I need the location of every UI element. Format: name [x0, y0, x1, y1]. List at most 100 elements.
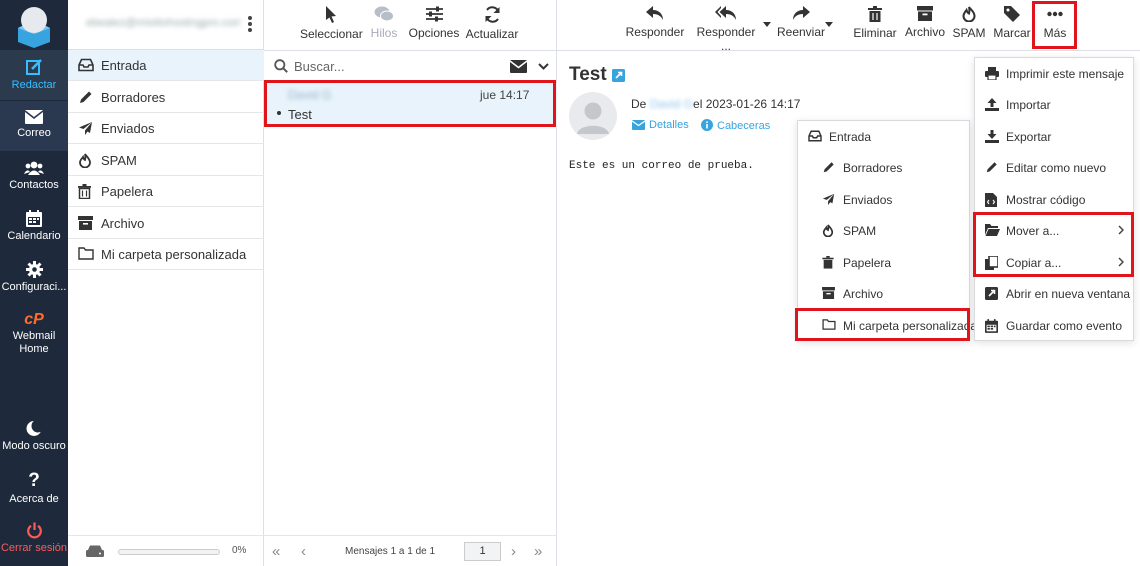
move-item-label: Enviados	[843, 193, 893, 207]
nav-about[interactable]: ? Acerca de	[0, 470, 68, 506]
move-item-archive[interactable]: Archivo	[798, 278, 971, 309]
message-date: jue 14:17	[480, 88, 530, 102]
nav-about-label: Acerca de	[9, 493, 59, 505]
account-menu-icon[interactable]	[248, 16, 254, 34]
reply-all-button[interactable]: Responder ...	[690, 6, 762, 53]
folder-item-sent[interactable]: Enviados	[68, 113, 264, 144]
nav-compose[interactable]: Redactar	[0, 50, 68, 100]
chevron-right-icon	[1118, 257, 1124, 267]
move-item-label: Mi carpeta personalizada	[843, 319, 978, 333]
question-icon: ?	[28, 470, 40, 491]
quota-bar: 0%	[68, 535, 264, 566]
chevron-right-icon	[1118, 225, 1124, 235]
spam-button[interactable]: SPAM	[950, 6, 988, 40]
mark-label: Marcar	[993, 26, 1031, 40]
move-item-spam[interactable]: SPAM	[798, 215, 971, 246]
menu-item-show-source[interactable]: Mostrar código	[975, 184, 1135, 215]
moon-icon	[26, 420, 42, 436]
menu-item-open-new-window[interactable]: Abrir en nueva ventana	[975, 278, 1135, 309]
mark-button[interactable]: Marcar	[992, 6, 1032, 40]
upload-icon	[985, 98, 999, 111]
move-item-trash[interactable]: Papelera	[798, 247, 971, 278]
folder-item-custom[interactable]: Mi carpeta personalizada	[68, 239, 264, 270]
message-sender: David G	[288, 88, 332, 102]
paper-plane-icon	[79, 122, 92, 135]
chevron-down-icon[interactable]	[538, 63, 549, 70]
envelope-icon	[25, 110, 43, 124]
reply-button[interactable]: Responder	[625, 6, 685, 39]
move-item-inbox[interactable]: Entrada	[798, 121, 971, 152]
nav-webmail-home[interactable]: cP Webmail Home	[0, 312, 68, 356]
move-item-drafts[interactable]: Borradores	[798, 152, 971, 183]
from-name[interactable]: David G	[650, 97, 693, 111]
hard-drive-icon	[86, 545, 104, 557]
first-page-icon[interactable]: «	[272, 543, 280, 560]
compose-icon	[26, 59, 42, 75]
menu-item-move-to[interactable]: Mover a...	[975, 215, 1135, 246]
archive-icon	[78, 216, 93, 230]
folder-label: SPAM	[101, 153, 137, 168]
calendar-icon	[26, 210, 42, 227]
roundcube-logo-icon	[18, 7, 50, 48]
select-label: Seleccionar	[300, 27, 363, 41]
quota-percent: 0%	[232, 545, 247, 556]
from-date: el 2023-01-26 14:17	[693, 97, 801, 111]
search-input[interactable]	[294, 57, 494, 75]
folder-item-drafts[interactable]: Borradores	[68, 82, 264, 113]
last-page-icon[interactable]: »	[534, 543, 542, 560]
next-page-icon[interactable]: ›	[511, 543, 516, 560]
menu-item-copy-to[interactable]: Copiar a...	[975, 247, 1135, 278]
menu-item-export[interactable]: Exportar	[975, 121, 1135, 152]
from-prefix: De	[631, 97, 647, 111]
forward-dropdown-icon[interactable]	[825, 22, 833, 27]
more-button[interactable]: Más	[1036, 6, 1074, 40]
main-navigation: Redactar Correo Contactos Calendario Con…	[0, 0, 68, 566]
prev-page-icon[interactable]: ‹	[301, 543, 306, 560]
threads-button[interactable]: Hilos	[368, 6, 400, 40]
refresh-button[interactable]: Actualizar	[464, 6, 520, 41]
nav-webmail-home-label-2: Home	[19, 343, 49, 355]
nav-logout[interactable]: Cerrar sesión	[0, 522, 68, 554]
users-icon	[24, 161, 44, 175]
nav-calendar[interactable]: Calendario	[0, 210, 68, 242]
menu-item-edit-as-new[interactable]: Editar como nuevo	[975, 152, 1135, 183]
delete-button[interactable]: Eliminar	[851, 6, 899, 40]
nav-settings[interactable]: Configuraci...	[0, 261, 68, 293]
fire-icon	[962, 6, 976, 22]
nav-mail[interactable]: Correo	[0, 101, 68, 151]
headers-link[interactable]: Cabeceras	[701, 119, 770, 132]
move-item-sent[interactable]: Enviados	[798, 184, 971, 215]
sliders-icon	[425, 6, 443, 22]
menu-item-print[interactable]: Imprimir este mensaje	[975, 58, 1135, 89]
page-number-input[interactable]: 1	[464, 542, 501, 561]
menu-item-save-as-event[interactable]: Guardar como evento	[975, 310, 1135, 341]
move-item-custom-folder[interactable]: Mi carpeta personalizada	[798, 310, 977, 341]
power-icon	[26, 522, 42, 539]
refresh-icon	[485, 6, 499, 23]
inbox-icon	[808, 130, 822, 142]
folder-open-icon	[985, 224, 1000, 236]
nav-dark-mode[interactable]: Modo oscuro	[0, 420, 68, 452]
archive-button[interactable]: Archivo	[903, 6, 947, 39]
menu-item-label: Guardar como evento	[1006, 319, 1123, 333]
folder-pane: ebeatez@misitiohostingpro.com Entrada Bo…	[68, 0, 264, 566]
options-button[interactable]: Opciones	[406, 6, 462, 40]
forward-button[interactable]: Reenviar	[775, 6, 827, 39]
folder-item-archive[interactable]: Archivo	[68, 208, 264, 239]
details-link[interactable]: Detalles	[632, 119, 689, 131]
menu-item-import[interactable]: Importar	[975, 89, 1135, 120]
envelope-filter-icon[interactable]	[510, 60, 527, 73]
reply-all-dropdown-icon[interactable]	[763, 22, 771, 27]
archive-label: Archivo	[904, 25, 945, 39]
folder-item-inbox[interactable]: Entrada	[68, 50, 264, 81]
nav-contacts[interactable]: Contactos	[0, 160, 68, 191]
folder-item-spam[interactable]: SPAM	[68, 145, 264, 176]
menu-item-label: Exportar	[1006, 130, 1052, 144]
pencil-icon	[823, 162, 834, 173]
select-button[interactable]: Seleccionar	[300, 6, 363, 41]
open-in-window-icon[interactable]	[612, 69, 625, 82]
folder-item-trash[interactable]: Papelera	[68, 176, 264, 207]
folder-label: Archivo	[101, 216, 145, 231]
message-list-item[interactable]: David G jue 14:17 Test	[264, 83, 557, 126]
unread-dot-icon	[277, 111, 281, 115]
